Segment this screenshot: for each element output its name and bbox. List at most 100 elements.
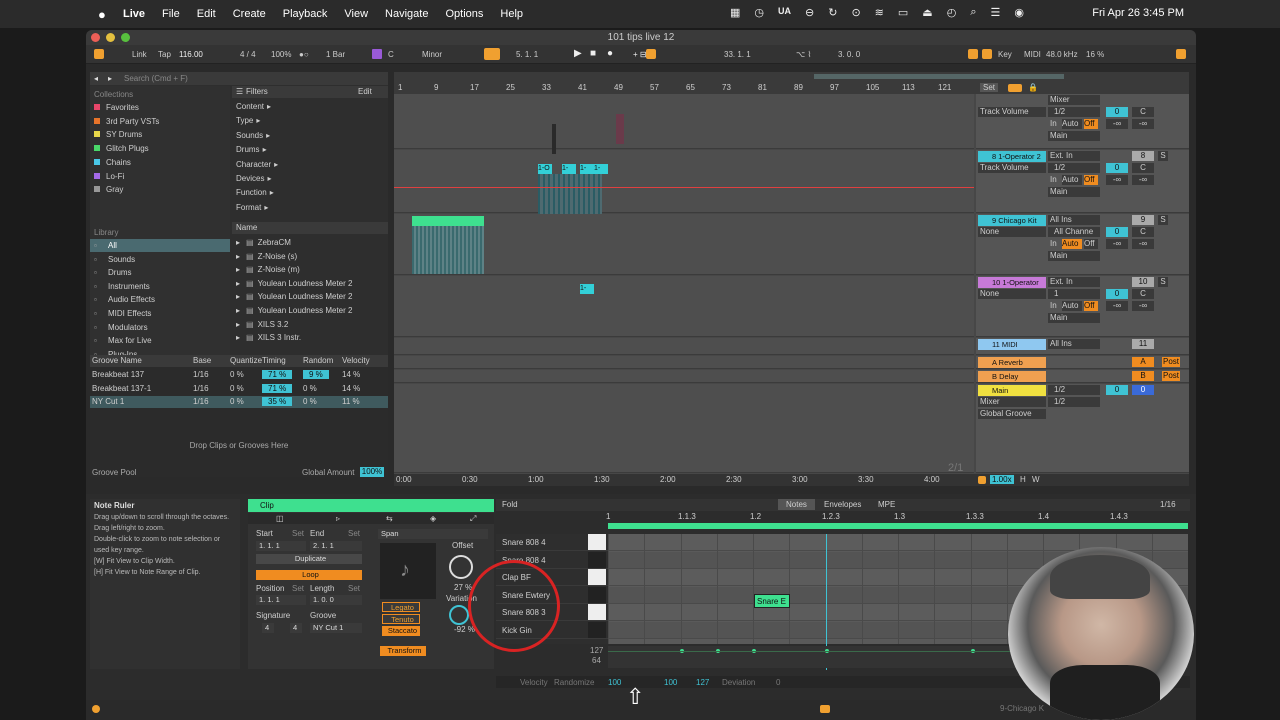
filter-item[interactable]: Drums ▸ [236, 143, 267, 156]
file-item[interactable]: ▸ ▤ Youlean Loudness Meter 2 [236, 277, 352, 290]
forward-icon[interactable]: ▸ [108, 74, 112, 83]
piano-key[interactable] [588, 569, 606, 585]
apple-icon[interactable]: ● [98, 7, 106, 22]
volume-field[interactable]: 0 [1106, 163, 1128, 173]
notes-tab-icon[interactable]: ▹ [336, 514, 340, 523]
channel-select[interactable]: All Channe [1048, 227, 1100, 237]
library-item[interactable]: ▫ Drums [90, 266, 230, 279]
midi-clip-body[interactable] [412, 226, 484, 274]
sig-numerator[interactable]: 4 [262, 623, 274, 633]
library-item[interactable]: ▫ Modulators [90, 321, 230, 334]
midi-map-button[interactable]: MIDI [1024, 50, 1041, 59]
groove-column-header[interactable]: Base [193, 356, 211, 365]
monitor-off[interactable]: Off [1084, 301, 1098, 311]
pan-field[interactable]: C [1132, 289, 1154, 299]
menu-create[interactable]: Create [233, 8, 266, 20]
library-item[interactable]: ▫ Sounds [90, 253, 230, 266]
expand-icon[interactable]: ▸ [236, 306, 240, 315]
track-lane[interactable] [394, 384, 974, 473]
filter-item[interactable]: Content ▸ [236, 100, 271, 113]
key-map-button[interactable]: Key [998, 50, 1012, 59]
track-name[interactable]: 10 1-Operator [978, 277, 1046, 288]
clip-region[interactable] [616, 114, 624, 144]
groove-cell[interactable]: 0 % [230, 384, 244, 393]
output-select[interactable]: Main [1048, 187, 1100, 197]
variation-knob[interactable] [449, 605, 469, 625]
solo-button[interactable]: S [1158, 215, 1168, 225]
scale-select[interactable]: Minor [422, 50, 442, 59]
global-amount-field[interactable]: 100% [360, 467, 384, 477]
track-name[interactable]: A Reverb [978, 357, 1046, 368]
file-item[interactable]: ▸ ▤ Z-Noise (s) [236, 250, 297, 263]
filter-item[interactable]: Sounds ▸ [236, 129, 270, 142]
piano-key[interactable] [588, 551, 606, 568]
collection-item[interactable]: Favorites [94, 101, 139, 114]
expand-icon[interactable]: ▸ [236, 292, 240, 301]
device-select[interactable]: Track Volume [978, 163, 1046, 173]
input-select[interactable]: Ext. In [1048, 277, 1100, 287]
overview-toggle-icon[interactable] [94, 49, 104, 59]
collection-item[interactable]: Chains [94, 156, 131, 169]
cue-volume-field[interactable]: 0 [1132, 385, 1154, 395]
loop-button[interactable]: Loop [256, 570, 362, 580]
scale-icon[interactable] [372, 49, 382, 59]
record-icon[interactable]: ● [607, 48, 613, 59]
arrangement-loop-icon[interactable] [1008, 84, 1022, 92]
arrangement-overview[interactable] [394, 72, 1189, 82]
close-icon[interactable] [91, 33, 100, 42]
clip[interactable]: 1-O [538, 164, 552, 174]
input-select[interactable]: Mixer [1048, 95, 1100, 105]
key-select[interactable]: C [388, 50, 394, 59]
device-select[interactable]: None [978, 289, 1046, 299]
eject-icon[interactable]: ⏏ [922, 6, 932, 19]
battery-icon[interactable]: ▭ [898, 6, 908, 19]
track-name[interactable]: 9 Chicago Kit [978, 215, 1046, 226]
device-select[interactable]: Track Volume [978, 107, 1046, 117]
filter-item[interactable]: Format ▸ [236, 201, 268, 214]
main-channel-select[interactable]: 1/2 [1048, 385, 1100, 395]
monitor-auto[interactable]: Auto [1062, 119, 1082, 129]
loop-start[interactable]: 33. 1. 1 [724, 50, 751, 59]
legato-button[interactable]: Legato [382, 602, 420, 612]
automation-arm-icon[interactable] [646, 49, 656, 59]
arrangement-view[interactable]: Mixer 1/2 Track Volume Main In Auto Off 0 C -∞ -∞ 8… [394, 94, 1189, 474]
pan-field[interactable]: C [1132, 107, 1154, 117]
library-item[interactable]: ▫ Instruments [90, 280, 230, 293]
follow-button[interactable] [484, 48, 500, 60]
note-key-row[interactable]: Snare 808 4 [496, 534, 608, 551]
channel-select[interactable]: 1/2 [1048, 397, 1100, 407]
piano-key[interactable] [588, 604, 606, 620]
groove-cell[interactable]: 71 % [262, 383, 293, 393]
wifi-icon[interactable]: ≋ [875, 6, 884, 19]
link-button[interactable]: Link [132, 50, 147, 59]
output-select[interactable]: Main [1048, 131, 1100, 141]
monitor-auto[interactable]: Auto [1062, 175, 1082, 185]
collection-item[interactable]: 3rd Party VSTs [94, 115, 159, 128]
note-clip[interactable]: Snare E [754, 594, 790, 608]
track-number-button[interactable]: 9 [1132, 215, 1154, 225]
track-lane[interactable] [394, 94, 974, 149]
monitor-auto[interactable]: Auto [1062, 239, 1082, 249]
send-a-field[interactable]: -∞ [1106, 301, 1128, 311]
file-item[interactable]: ▸ ▤ XILS 3.2 [236, 318, 288, 331]
velocity-value[interactable]: 100 [608, 678, 621, 687]
transform-button[interactable]: Transform [380, 646, 426, 656]
groove-cell[interactable]: 14 % [342, 384, 360, 393]
groove-column-header[interactable]: Random [303, 356, 333, 365]
piano-key[interactable] [588, 621, 606, 638]
post-button[interactable]: Post [1162, 371, 1180, 381]
track-name[interactable]: B Delay [978, 371, 1046, 382]
quantize-menu[interactable]: 1 Bar [326, 50, 345, 59]
clip-tab-icon[interactable]: ◫ [276, 514, 284, 523]
track-header[interactable]: 11 MIDI All Ins 11 [976, 338, 1189, 355]
track-name[interactable]: 8 1-Operator 2 [978, 151, 1046, 162]
groove-cell[interactable]: 9 % [303, 370, 329, 379]
grid-icon[interactable]: ▦ [730, 6, 740, 19]
piano-key[interactable] [588, 534, 606, 550]
send-b-field[interactable]: -∞ [1132, 239, 1154, 249]
monitor-off[interactable]: Off [1084, 119, 1098, 129]
velocity-range-high[interactable]: 127 [696, 678, 709, 687]
end-field[interactable]: 2. 1. 1 [310, 541, 362, 551]
refresh-icon[interactable]: ↻ [828, 6, 837, 19]
track-header[interactable]: 10 1-Operator Ext. In 1 None Main 10 In Auto Off… [976, 276, 1189, 337]
